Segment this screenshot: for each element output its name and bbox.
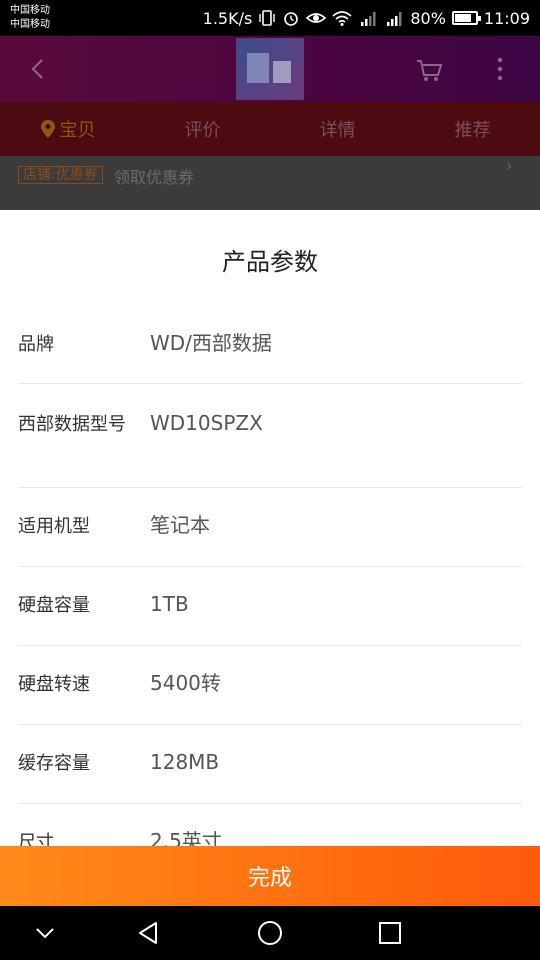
thumb-shape-1 [247, 53, 269, 83]
param-key: 硬盘转速 [18, 674, 90, 695]
status-indicators: 1.5K/s 80% 11:09 [203, 0, 530, 36]
tab-label: 推荐 [454, 120, 491, 141]
vibrate-icon [258, 8, 276, 28]
param-key: 硬盘容量 [18, 595, 90, 616]
param-key: 适用机型 [18, 516, 90, 537]
tab-details[interactable]: 详情 [270, 102, 405, 156]
network-speed: 1.5K/s [202, 8, 253, 28]
battery-fill [454, 14, 471, 22]
param-key: 缓存容量 [18, 753, 90, 774]
back-triangle-icon[interactable] [134, 918, 164, 948]
carrier-label-1: 中国移动 [10, 5, 50, 16]
param-key: 尺寸 [18, 832, 54, 846]
eye-icon [306, 8, 327, 28]
status-bar: 中国移动 中国移动 1.5K/s 80% 11:09 [0, 0, 540, 36]
cart-icon[interactable] [414, 56, 444, 84]
more-icon[interactable] [488, 54, 512, 84]
param-row: 硬盘容量 1TB [18, 567, 522, 646]
param-row: 西部数据型号 WD10SPZX [18, 384, 522, 488]
param-row: 缓存容量 128MB [18, 725, 522, 804]
sheet-title: 产品参数 [222, 248, 318, 276]
param-value: WD10SPZX [150, 411, 263, 435]
param-value: 5400转 [150, 671, 221, 695]
wifi-icon [332, 8, 352, 28]
product-thumbnail[interactable] [236, 38, 304, 100]
clock: 11:09 [483, 8, 530, 28]
location-pin-icon [40, 120, 55, 138]
alarm-icon [282, 8, 300, 28]
coupon-tag: 店铺:优惠券 [18, 166, 103, 184]
param-row: 品牌 WD/西部数据 [18, 306, 522, 384]
coupon-text: 领取优惠券 [114, 168, 195, 187]
recents-square-icon[interactable] [375, 918, 405, 948]
carrier-label-2: 中国移动 [10, 19, 50, 30]
tab-baobei[interactable]: 宝贝 [0, 102, 135, 156]
param-key: 品牌 [18, 334, 54, 355]
back-icon[interactable] [26, 56, 52, 82]
product-params-sheet: 产品参数 品牌 WD/西部数据 西部数据型号 WD10SPZX 适用机型 笔记本… [0, 210, 540, 846]
param-value: WD/西部数据 [150, 331, 272, 355]
signal-4g-icon [384, 8, 404, 28]
battery-icon [451, 11, 481, 25]
param-list: 品牌 WD/西部数据 西部数据型号 WD10SPZX 适用机型 笔记本 硬盘容量… [18, 306, 522, 846]
done-button[interactable]: 完成 [0, 846, 540, 906]
param-value: 128MB [150, 750, 220, 774]
battery-percent: 80% [410, 8, 446, 28]
app-header [0, 36, 540, 102]
nav-bar [0, 906, 540, 960]
param-row: 硬盘转速 5400转 [18, 646, 522, 725]
tabs-bar: 宝贝 评价 详情 推荐 [0, 102, 540, 156]
param-row: 尺寸 2.5英寸 [18, 804, 522, 846]
collapse-icon[interactable] [30, 918, 60, 948]
home-circle-icon[interactable] [255, 918, 285, 948]
signal-2g-icon [358, 8, 378, 28]
param-key: 西部数据型号 [18, 414, 126, 435]
tab-reviews[interactable]: 评价 [135, 102, 270, 156]
tab-recommend[interactable]: 推荐 [405, 102, 540, 156]
coupon-row[interactable]: 店铺:优惠券 领取优惠券 › [0, 156, 540, 210]
param-value: 笔记本 [150, 513, 210, 537]
tab-label: 详情 [319, 120, 356, 141]
param-row: 适用机型 笔记本 [18, 488, 522, 567]
param-value: 2.5英寸 [150, 829, 222, 846]
tab-label: 评价 [184, 120, 221, 141]
chevron-right-icon: › [506, 156, 513, 175]
tab-label: 宝贝 [59, 120, 96, 141]
param-value: 1TB [150, 592, 189, 616]
thumb-shape-2 [273, 61, 291, 83]
